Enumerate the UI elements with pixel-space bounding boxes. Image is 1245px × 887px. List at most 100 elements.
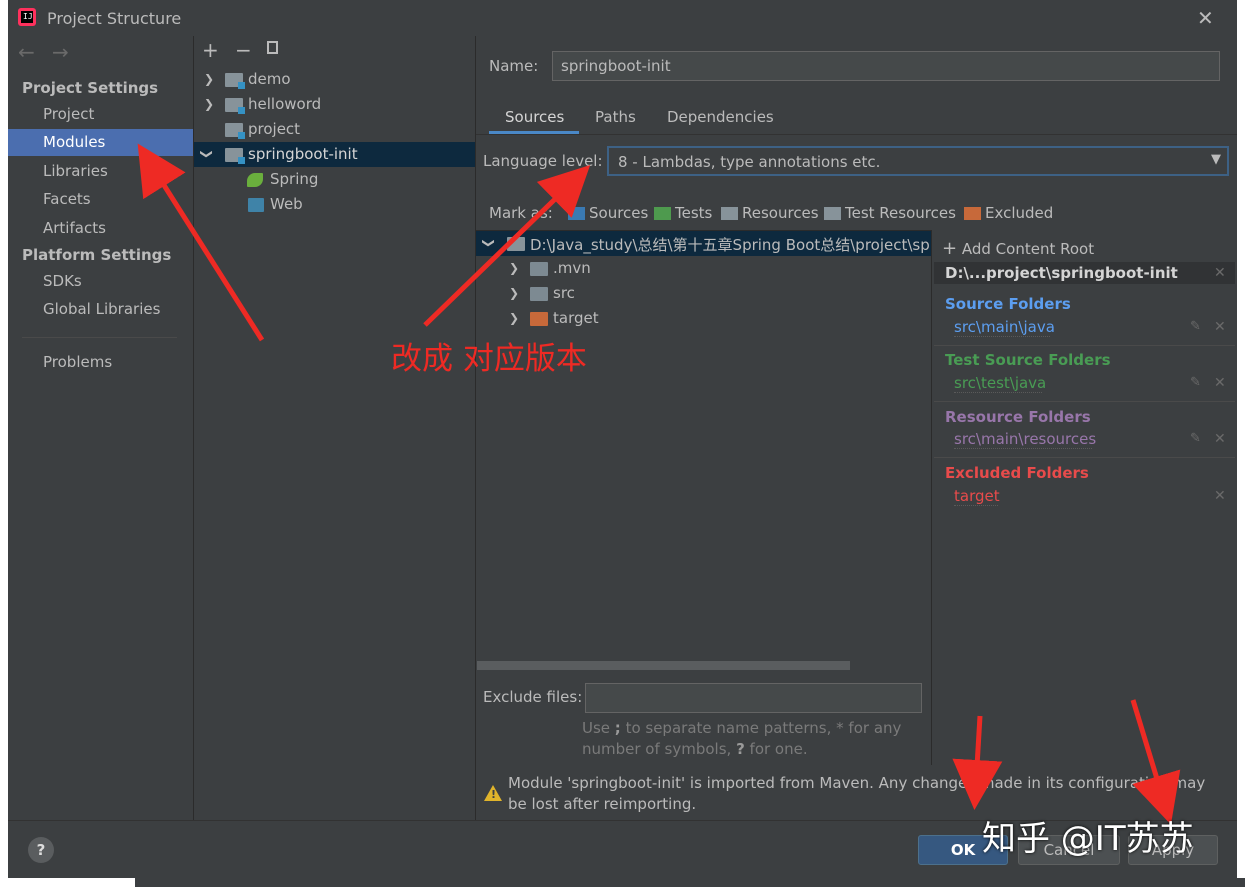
chevron-down-icon[interactable]: ▼ <box>1211 152 1221 167</box>
sidebar-item-facets[interactable]: Facets <box>8 186 193 213</box>
web-facet-icon <box>248 198 264 212</box>
language-level-label: Language level: <box>483 152 603 170</box>
folder-icon <box>507 237 525 251</box>
screen-edge <box>1237 0 1245 887</box>
add-icon: + <box>942 238 958 259</box>
divider <box>22 337 177 338</box>
divider <box>934 345 1235 346</box>
tab-paths[interactable]: Paths <box>595 108 636 126</box>
module-folder-icon <box>225 73 245 89</box>
exclude-files-input[interactable] <box>585 683 922 713</box>
tree-item-springboot-init[interactable]: ❯ springboot-init <box>194 142 475 167</box>
chevron-down-icon[interactable]: ❯ <box>200 149 214 159</box>
test-resources-folder-icon <box>824 207 841 220</box>
sidebar-item-global-libraries[interactable]: Global Libraries <box>8 296 193 323</box>
content-root-path: D:\...project\springboot-init <box>945 264 1178 282</box>
resource-folders-title: Resource Folders <box>945 408 1091 426</box>
annotation-text: 改成 对应版本 <box>391 341 587 377</box>
chevron-right-icon[interactable]: ❯ <box>204 72 214 86</box>
tree-item-demo[interactable]: ❯ demo <box>194 67 475 92</box>
close-icon[interactable]: ✕ <box>1214 265 1226 281</box>
horizontal-scrollbar[interactable] <box>477 661 850 670</box>
title-bar <box>8 0 1237 36</box>
arrow-left-icon[interactable]: ← <box>18 40 35 64</box>
close-icon[interactable]: ✕ <box>1197 6 1214 30</box>
tree-item-mvn[interactable]: ❯ .mvn <box>476 256 931 281</box>
tree-item-src[interactable]: ❯ src <box>476 281 931 306</box>
module-folder-icon <box>225 148 245 164</box>
spring-leaf-icon <box>247 173 263 187</box>
tree-item-helloword[interactable]: ❯ helloword <box>194 92 475 117</box>
mark-as-excluded-button[interactable]: Excluded <box>985 204 1053 222</box>
mark-as-resources-button[interactable]: Resources <box>742 204 819 222</box>
close-icon[interactable]: ✕ <box>1214 431 1226 447</box>
module-folder-icon <box>225 123 245 139</box>
excluded-folder-icon <box>530 312 548 326</box>
excluded-folder-icon <box>964 207 981 220</box>
exclude-files-hint: Use ; to separate name patterns, * for a… <box>582 719 902 758</box>
maven-import-warning: Module 'springboot-init' is imported fro… <box>508 774 1206 813</box>
folder-icon <box>530 287 548 301</box>
close-icon[interactable]: ✕ <box>1214 488 1226 504</box>
tab-dependencies[interactable]: Dependencies <box>667 108 774 126</box>
edit-icon[interactable]: ✎ <box>1190 319 1201 334</box>
mark-as-sources-button[interactable]: Sources <box>589 204 648 222</box>
tab-sources[interactable]: Sources <box>505 108 564 126</box>
mark-as-test-resources-button[interactable]: Test Resources <box>845 204 956 222</box>
name-label: Name: <box>489 57 539 75</box>
copy-icon[interactable] <box>267 41 278 54</box>
module-name-field[interactable]: springboot-init <box>552 51 1220 81</box>
tree-item-spring-facet[interactable]: Spring <box>194 167 475 192</box>
edit-icon[interactable]: ✎ <box>1190 375 1201 390</box>
help-button[interactable]: ? <box>28 837 54 863</box>
source-folders-title: Source Folders <box>945 295 1071 313</box>
test-source-folder-path[interactable]: src\test\java <box>954 374 1046 393</box>
chevron-right-icon[interactable]: ❯ <box>509 286 519 300</box>
mark-as-tests-button[interactable]: Tests <box>675 204 712 222</box>
chevron-right-icon[interactable]: ❯ <box>204 97 214 111</box>
edit-icon[interactable]: ✎ <box>1190 431 1201 446</box>
resources-folder-icon <box>721 207 738 220</box>
sidebar-item-modules[interactable]: Modules <box>8 129 193 156</box>
sources-folder-icon <box>568 207 585 220</box>
sidebar-item-sdks[interactable]: SDKs <box>8 268 193 295</box>
remove-icon[interactable]: − <box>235 38 252 62</box>
arrow-right-icon[interactable]: → <box>52 40 69 64</box>
exclude-files-label: Exclude files: <box>483 688 583 706</box>
module-folder-icon <box>225 98 245 114</box>
divider <box>934 401 1235 402</box>
chevron-down-icon[interactable]: ❯ <box>482 238 496 248</box>
chevron-right-icon[interactable]: ❯ <box>509 261 519 275</box>
test-source-folders-title: Test Source Folders <box>945 351 1111 369</box>
tests-folder-icon <box>654 207 671 220</box>
divider <box>476 134 1237 135</box>
add-content-root-button[interactable]: + Add Content Root <box>942 238 1094 259</box>
tree-item-content-root[interactable]: ❯ D:\Java_study\总结\第十五章Spring Boot总结\pro… <box>476 231 931 256</box>
sidebar-item-problems[interactable]: Problems <box>8 349 193 376</box>
warning-icon: ! <box>484 785 502 801</box>
chevron-right-icon[interactable]: ❯ <box>509 311 519 325</box>
divider <box>934 457 1235 458</box>
sidebar-item-project[interactable]: Project <box>8 101 193 128</box>
tree-item-target[interactable]: ❯ target <box>476 306 931 331</box>
folder-icon <box>530 262 548 276</box>
project-settings-header: Project Settings <box>22 79 159 97</box>
excluded-folders-title: Excluded Folders <box>945 464 1089 482</box>
tree-item-web-facet[interactable]: Web <box>194 192 475 217</box>
language-level-dropdown[interactable]: 8 - Lambdas, type annotations etc. ▼ <box>607 146 1229 176</box>
add-icon[interactable]: + <box>202 38 219 62</box>
close-icon[interactable]: ✕ <box>1214 319 1226 335</box>
screen-edge <box>0 0 8 887</box>
sidebar-item-libraries[interactable]: Libraries <box>8 158 193 185</box>
window-title: Project Structure <box>47 9 182 28</box>
excluded-folder-path[interactable]: target <box>954 487 1000 506</box>
sidebar-item-artifacts[interactable]: Artifacts <box>8 215 193 242</box>
resource-folder-path[interactable]: src\main\resources <box>954 430 1096 449</box>
taskbar-strip <box>135 878 1245 887</box>
mark-as-label: Mark as: <box>489 204 553 222</box>
platform-settings-header: Platform Settings <box>22 246 172 264</box>
tree-item-project[interactable]: project <box>194 117 475 142</box>
close-icon[interactable]: ✕ <box>1214 375 1226 391</box>
source-folder-path[interactable]: src\main\java <box>954 318 1055 337</box>
intellij-app-icon: IJ <box>18 8 36 26</box>
